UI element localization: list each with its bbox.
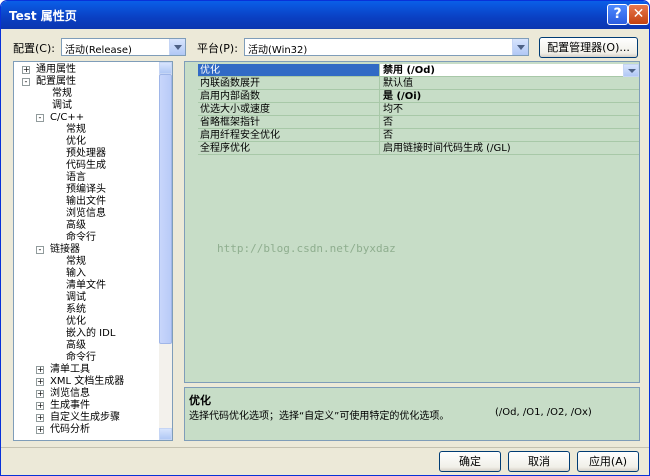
tree-item-label: 代码分析: [50, 424, 90, 435]
tree-item-label: 预处理器: [66, 148, 106, 159]
expand-icon[interactable]: +: [22, 66, 30, 74]
property-value[interactable]: 否: [380, 129, 639, 142]
property-row[interactable]: 优选大小或速度 均不: [185, 103, 639, 116]
scroll-thumb[interactable]: [159, 74, 172, 344]
category-tree[interactable]: + 通用属性 - 配置属性 常规 调试 - C/C++ 常规 优化 预处理器 代码生成 语言 预编译头 输出…: [13, 61, 173, 441]
property-row[interactable]: 启用内部函数是 (/Oi): [185, 90, 639, 103]
tree-item-label: 调试: [52, 100, 72, 111]
property-value[interactable]: 启用链接时间代码生成 (/GL): [380, 142, 639, 155]
separator: [1, 447, 649, 448]
expand-icon[interactable]: +: [36, 378, 44, 386]
description-panel: 优化 选择代码优化选项；选择“自定义”可使用特定的优化选项。 (/Od, /O1…: [184, 387, 640, 441]
chevron-down-icon[interactable]: [512, 39, 528, 55]
property-name: 省略框架指针: [198, 116, 380, 129]
tree-item-label: 清单工具: [50, 364, 90, 375]
expand-icon[interactable]: +: [36, 390, 44, 398]
tree-item-label: XML 文档生成器: [50, 376, 125, 387]
properties-window: Test 属性页 ? ✕ 配置(C): 活动(Release) 平台(P): 活…: [0, 0, 650, 476]
property-value[interactable]: 否: [380, 116, 639, 129]
tree-scrollbar[interactable]: [159, 62, 172, 440]
tree-item-label: 预编译头: [66, 184, 106, 195]
tree-item-label: 清单文件: [66, 280, 106, 291]
tree-item-label: 常规: [66, 256, 86, 267]
apply-button[interactable]: 应用(A): [577, 451, 639, 472]
property-value[interactable]: 均不: [380, 103, 639, 116]
property-name: 优化: [198, 64, 380, 77]
tree-item-label: 生成事件: [50, 400, 90, 411]
window-title: Test 属性页: [9, 9, 77, 23]
property-row[interactable]: 优化 禁用 (/Od): [185, 64, 639, 77]
description-options: (/Od, /O1, /O2, /Ox): [495, 407, 592, 418]
expand-icon[interactable]: +: [36, 426, 44, 434]
expand-icon[interactable]: +: [36, 414, 44, 422]
title-bar[interactable]: Test 属性页 ? ✕: [1, 1, 649, 29]
config-value: 活动(Release): [65, 45, 132, 56]
collapse-icon[interactable]: -: [36, 114, 44, 122]
tree-item-label: 高级: [66, 340, 86, 351]
property-row[interactable]: 启用纤程安全优化否: [185, 129, 639, 142]
property-name: 内联函数展开: [198, 77, 380, 90]
config-manager-button[interactable]: 配置管理器(O)...: [539, 37, 638, 58]
tree-item-label: C/C++: [50, 112, 85, 123]
collapse-icon[interactable]: -: [36, 246, 44, 254]
property-grid: 优化 禁用 (/Od) 内联函数展开 默认值 启用内部函数是 (/Oi) 优选大小或速度均…: [184, 61, 640, 383]
tree-item-label: 系统: [66, 304, 86, 315]
close-icon: ✕: [632, 6, 645, 22]
scroll-up-button[interactable]: [159, 62, 172, 74]
tree-item-label: 命令行: [66, 352, 96, 363]
description-text: 选择代码优化选项；选择“自定义”可使用特定的优化选项。: [189, 411, 450, 422]
property-name: 优选大小或速度: [198, 103, 380, 116]
tree-item-label: 高级: [66, 220, 86, 231]
tree-item-label: 常规: [52, 88, 72, 99]
description-title: 优化: [189, 394, 211, 407]
tree-item-label: 语言: [66, 172, 86, 183]
property-name: 全程序优化: [198, 142, 380, 155]
platform-label: 平台(P):: [197, 42, 238, 55]
tree-item-label: 常规: [66, 124, 86, 135]
expand-icon[interactable]: +: [36, 366, 44, 374]
help-button[interactable]: ?: [607, 4, 628, 25]
tree-item-label: 优化: [66, 136, 86, 147]
tree-item-label: 输入: [66, 268, 86, 279]
tree-item-label: 嵌入的 IDL: [66, 328, 116, 339]
config-combo[interactable]: 活动(Release): [61, 38, 186, 56]
property-value[interactable]: 默认值: [380, 77, 639, 90]
collapse-icon[interactable]: -: [22, 78, 30, 86]
config-label: 配置(C):: [13, 42, 55, 55]
tree-item-label: 命令行: [66, 232, 96, 243]
tree-item-label: 代码生成: [66, 160, 106, 171]
tree-item-label: 优化: [66, 316, 86, 327]
chevron-down-icon[interactable]: [169, 39, 185, 55]
ok-button[interactable]: 确定: [439, 451, 501, 472]
question-icon: ?: [613, 6, 622, 22]
tree-item-label: 配置属性: [36, 76, 76, 87]
tree-item-label: 浏览信息: [66, 208, 106, 219]
tree-item-label: 输出文件: [66, 196, 106, 207]
tree-item-label: 链接器: [50, 244, 80, 255]
watermark: http://blog.csdn.net/byxdaz: [217, 242, 396, 255]
property-row[interactable]: 全程序优化 启用链接时间代码生成 (/GL): [185, 142, 639, 155]
property-row[interactable]: 省略框架指针否: [185, 116, 639, 129]
tree-item-label: 调试: [66, 292, 86, 303]
chevron-down-icon[interactable]: [623, 64, 639, 77]
property-name: 启用内部函数: [198, 90, 380, 103]
scroll-down-button[interactable]: [159, 428, 172, 440]
expand-icon[interactable]: +: [36, 402, 44, 410]
property-row[interactable]: 内联函数展开 默认值: [185, 77, 639, 90]
close-button[interactable]: ✕: [628, 4, 649, 25]
tree-item-label: 浏览信息: [50, 388, 90, 399]
cancel-button[interactable]: 取消: [508, 451, 570, 472]
tree-item-label: 通用属性: [36, 64, 76, 75]
property-value[interactable]: 禁用 (/Od): [380, 64, 639, 77]
property-value[interactable]: 是 (/Oi): [380, 90, 639, 103]
platform-combo[interactable]: 活动(Win32): [244, 38, 529, 56]
platform-value: 活动(Win32): [248, 45, 308, 56]
tree-item-label: 自定义生成步骤: [50, 412, 120, 423]
property-name: 启用纤程安全优化: [198, 129, 380, 142]
